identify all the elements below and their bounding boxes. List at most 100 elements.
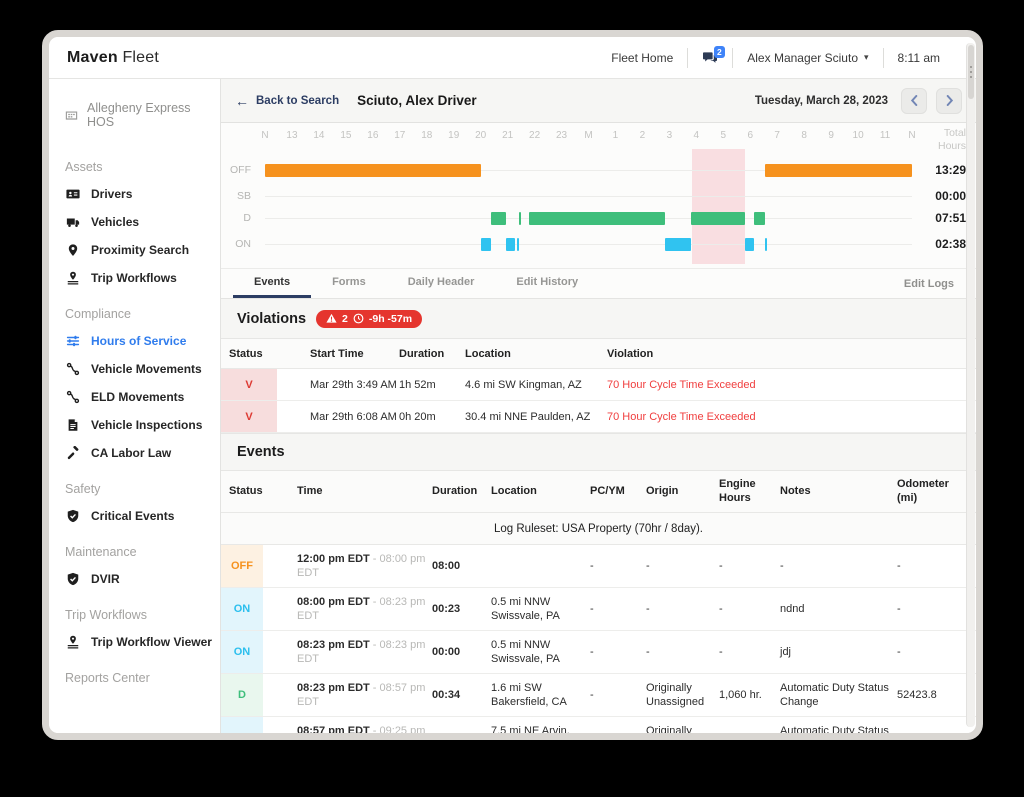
event-pcym: - — [590, 717, 646, 733]
event-row[interactable]: ON08:57 pm EDT - 09:25 pm EDT00:287.5 mi… — [221, 717, 976, 733]
notifications-button[interactable]: 2 — [688, 51, 732, 65]
org-selector[interactable]: Allegheny Express HOS — [65, 95, 212, 145]
duty-status-bar — [519, 212, 521, 225]
event-row[interactable]: D08:23 pm EDT - 08:57 pm EDT00:341.6 mi … — [221, 674, 976, 717]
notification-badge: 2 — [714, 46, 726, 58]
x-axis-tick: 8 — [801, 130, 807, 141]
next-day-button[interactable] — [936, 88, 962, 114]
violations-heading: Violations — [237, 311, 306, 327]
app-window: Maven Fleet Fleet Home 2 Alex Manager Sc… — [42, 30, 983, 740]
column-header-violation: Violation — [607, 348, 976, 360]
grid-line — [265, 244, 912, 245]
shield-check-icon — [65, 509, 81, 523]
duty-row-label: D — [243, 212, 251, 224]
column-header-status: Status — [221, 348, 277, 360]
brand-bold: Maven — [67, 49, 118, 66]
sidebar-item-trip-workflow-viewer[interactable]: Trip Workflow Viewer — [65, 628, 212, 656]
page-title: Sciuto, Alex Driver — [357, 93, 477, 108]
sidebar-item-dvir[interactable]: DVIR — [65, 565, 212, 593]
duty-status-bar — [491, 212, 506, 225]
user-menu[interactable]: Alex Manager Sciuto ▾ — [733, 51, 882, 65]
sidebar-item-label: Trip Workflow Viewer — [91, 635, 212, 649]
fleet-home-link[interactable]: Fleet Home — [597, 51, 687, 65]
sidebar-item-vehicle-inspections[interactable]: Vehicle Inspections — [65, 411, 212, 439]
event-row[interactable]: ON08:00 pm EDT - 08:23 pm EDT00:230.5 mi… — [221, 588, 976, 631]
event-notes: Automatic Duty Status Change — [780, 674, 897, 716]
sidebar-item-ca-labor-law[interactable]: CA Labor Law — [65, 439, 212, 467]
duty-row-label: ON — [235, 238, 251, 250]
event-engine-hours: 1,060 hr. — [719, 674, 780, 716]
x-axis-tick: 7 — [774, 130, 780, 141]
event-location: 0.5 mi NNW Swissvale, PA — [491, 588, 590, 630]
event-duration: 00:28 — [432, 717, 491, 733]
violation-row[interactable]: VMar 29th 6:08 AM0h 20m30.4 mi NNE Pauld… — [221, 401, 976, 433]
trip-workflow-icon — [65, 635, 81, 649]
clock-display: 8:11 am — [884, 51, 954, 65]
sidebar-item-proximity-search[interactable]: Proximity Search — [65, 236, 212, 264]
violation-duration: 0h 20m — [399, 401, 465, 432]
sidebar-section-title: Maintenance — [65, 530, 212, 565]
column-header-start-time: Start Time — [277, 348, 399, 360]
event-odometer: - — [897, 545, 976, 587]
event-pcym: - — [590, 588, 646, 630]
event-status-badge: ON — [221, 588, 263, 630]
sidebar-item-label: ELD Movements — [91, 390, 184, 404]
column-header-duration: Duration — [399, 348, 465, 360]
violations-badge: 2 -9h -57m — [316, 310, 422, 328]
event-row[interactable]: OFF12:00 pm EDT - 08:00 pm EDT08:00----- — [221, 545, 976, 588]
previous-day-button[interactable] — [901, 88, 927, 114]
sidebar-item-label: Trip Workflows — [91, 271, 177, 285]
sidebar-sections: AssetsDriversVehiclesProximity SearchTri… — [65, 145, 212, 691]
column-header-notes: Notes — [780, 485, 897, 499]
log-ruleset-note: Log Ruleset: USA Property (70hr / 8day). — [221, 513, 976, 545]
tab-events[interactable]: Events — [233, 269, 311, 298]
x-axis-tick: 4 — [694, 130, 700, 141]
event-odometer: - — [897, 588, 976, 630]
duty-status-bar — [529, 212, 665, 225]
event-origin: - — [646, 545, 719, 587]
tab-daily-header[interactable]: Daily Header — [387, 269, 496, 298]
event-origin: Originally Unassigned — [646, 674, 719, 716]
event-odometer: 52423.8 — [897, 674, 976, 716]
event-status-badge: D — [221, 674, 263, 716]
main-content: ← Back to Search Sciuto, Alex Driver Tue… — [221, 79, 976, 733]
sidebar-item-critical-events[interactable]: Critical Events — [65, 502, 212, 530]
event-status-badge: ON — [221, 631, 263, 673]
violation-row[interactable]: VMar 29th 3:49 AM1h 52m4.6 mi SW Kingman… — [221, 369, 976, 401]
sidebar-item-label: Vehicle Movements — [91, 362, 202, 376]
column-header-pc-ym: PC/YM — [590, 485, 646, 499]
back-to-search-link[interactable]: ← Back to Search — [235, 94, 339, 108]
shield-check-icon — [65, 572, 81, 586]
sidebar-item-drivers[interactable]: Drivers — [65, 180, 212, 208]
app-logo: Maven Fleet — [67, 49, 159, 67]
x-axis-tick: N — [261, 130, 268, 141]
scrollbar[interactable] — [966, 43, 975, 727]
duty-row-label: SB — [237, 190, 251, 202]
x-axis-tick: 14 — [313, 130, 324, 141]
x-axis-tick: 18 — [421, 130, 432, 141]
tab-forms[interactable]: Forms — [311, 269, 387, 298]
arrow-left-icon: ← — [235, 94, 249, 108]
tab-edit-history[interactable]: Edit History — [495, 269, 599, 298]
event-row[interactable]: ON08:23 pm EDT - 08:23 pm EDT00:000.5 mi… — [221, 631, 976, 674]
duty-row-total: 13:29 — [935, 163, 966, 177]
scrollbar-thumb[interactable] — [968, 45, 974, 99]
sidebar-item-label: Proximity Search — [91, 243, 189, 257]
hos-totals-column: Total Hours 13:2900:0007:5102:38 — [916, 123, 970, 264]
sidebar-item-vehicles[interactable]: Vehicles — [65, 208, 212, 236]
hos-row-labels: OFFSBDON — [221, 149, 259, 264]
duty-status-bar — [481, 238, 491, 251]
sidebar-item-vehicle-movements[interactable]: Vehicle Movements — [65, 355, 212, 383]
sidebar-item-trip-workflows[interactable]: Trip Workflows — [65, 264, 212, 292]
sidebar-item-label: Vehicles — [91, 215, 139, 229]
sidebar-item-eld-movements[interactable]: ELD Movements — [65, 383, 212, 411]
violation-status-badge: V — [221, 401, 277, 432]
duty-status-bar — [265, 164, 481, 177]
route-icon — [65, 390, 81, 404]
clock-icon — [353, 313, 364, 324]
event-engine-hours: - — [719, 545, 780, 587]
x-axis-tick: 22 — [529, 130, 540, 141]
sidebar-item-hours-of-service[interactable]: Hours of Service — [65, 327, 212, 355]
event-engine-hours: - — [719, 631, 780, 673]
tab-edit-logs[interactable]: Edit Logs — [904, 269, 962, 298]
